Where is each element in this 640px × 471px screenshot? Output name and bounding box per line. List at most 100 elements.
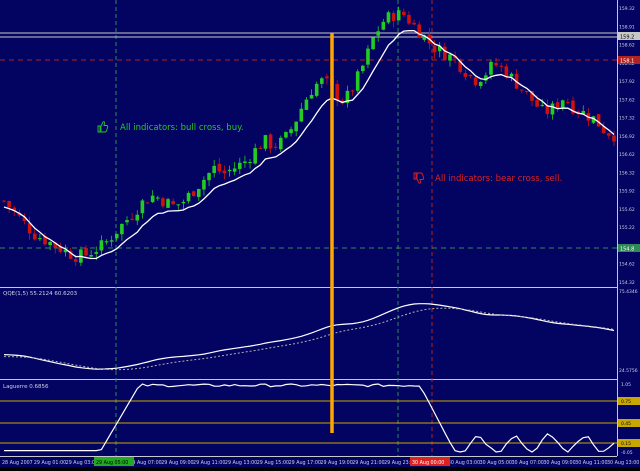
candle-body <box>135 214 140 221</box>
candle-body <box>253 148 257 164</box>
candle-body <box>371 37 375 50</box>
candle-body <box>386 12 391 23</box>
time-axis-label: 29 Aug 17:00 <box>289 460 321 466</box>
laguerre-panel-title: Laguerre 0.6856 <box>3 384 49 390</box>
qqe-axis-label: 24.5756 <box>619 368 638 374</box>
candle-body <box>612 135 616 142</box>
bull-annotation: All indicators: bull cross, buy. <box>97 121 244 133</box>
chart-canvas[interactable]: All indicators: bull cross, buy. All ind… <box>0 0 640 467</box>
price-axis-label: 156.62 <box>619 152 635 158</box>
time-axis-label: 29 Aug 19:00 <box>320 460 352 466</box>
qqe-panel-title: QQE(1,5) 55.2124 60.6203 <box>3 291 78 297</box>
price-axis-label: 158.62 <box>619 43 635 49</box>
candle-body <box>99 240 104 251</box>
bull-annotation-text: All indicators: bull cross, buy. <box>120 123 244 133</box>
candle-body <box>355 71 360 91</box>
candle-body <box>299 108 304 122</box>
laguerre-axis-label: 1.05 <box>621 382 631 388</box>
candle-body <box>217 163 222 172</box>
candle-body <box>2 200 6 202</box>
candle-body <box>509 73 514 77</box>
candle-body <box>32 233 37 240</box>
laguerre-axis-label: 0.45 <box>621 421 631 427</box>
candle-body <box>89 255 93 257</box>
candle-body <box>171 200 175 205</box>
main-panel-background <box>0 0 617 288</box>
laguerre-axis-label: 0.15 <box>621 441 631 447</box>
time-axis-label: 30 Aug 07:00 <box>511 460 543 466</box>
candle-body <box>140 200 145 214</box>
candle-body <box>38 238 42 240</box>
candle-body <box>289 129 293 134</box>
candle-body <box>361 65 365 72</box>
candle-body <box>607 133 611 136</box>
candle-body <box>273 146 278 148</box>
candle-body <box>294 121 298 132</box>
candle-body <box>232 168 237 172</box>
candle-body <box>499 65 504 67</box>
candle-body <box>191 191 196 197</box>
candle-body <box>540 104 545 106</box>
price-axis-label: 155.92 <box>619 189 635 195</box>
candle-body <box>181 201 186 204</box>
laguerre-axis-label: -0.05 <box>621 450 633 456</box>
candle-body <box>109 240 114 242</box>
price-axis-label: 157.32 <box>619 116 635 122</box>
price-axis-label: 154.32 <box>619 280 635 286</box>
time-axis-label: 30 Aug 03:00 <box>448 460 480 466</box>
candle-body <box>468 74 473 77</box>
candle-body <box>519 89 524 91</box>
candle-body <box>227 169 232 172</box>
candle-body <box>376 31 381 36</box>
time-axis-label: 30 Aug 09:00 <box>543 460 575 466</box>
candle-body <box>120 223 124 235</box>
candle-body <box>463 72 468 77</box>
candle-body <box>335 84 339 100</box>
candle-body <box>130 218 134 220</box>
candle-body <box>566 102 570 104</box>
green-level-label: 154.8 <box>620 247 634 253</box>
candle-body <box>350 90 355 92</box>
candle-body <box>202 179 206 190</box>
candle-body <box>381 21 386 30</box>
time-axis-label: 29 Aug 03:00 <box>66 460 98 466</box>
candle-body <box>73 259 78 262</box>
time-axis-label: 29 Aug 21:00 <box>352 460 384 466</box>
candle-body <box>155 197 160 199</box>
candle-body <box>243 161 247 163</box>
candle-body <box>560 100 565 108</box>
candle-body <box>125 220 129 223</box>
candle-body <box>320 78 324 84</box>
candle-body <box>555 102 560 109</box>
candle-body <box>309 94 314 99</box>
time-highlight-green-label: 29 Aug 05:00 <box>96 460 128 466</box>
candle-body <box>114 233 119 239</box>
candle-body <box>396 10 401 21</box>
candle-body <box>48 241 52 246</box>
time-axis-label: 28 Aug 2007 <box>2 460 33 466</box>
candle-body <box>263 135 268 149</box>
candle-body <box>145 202 150 204</box>
candle-body <box>237 162 242 169</box>
time-axis-label: 29 Aug 15:00 <box>257 460 289 466</box>
candle-body <box>473 77 478 86</box>
candle-body <box>150 195 155 203</box>
time-axis-label: 30 Aug 05:00 <box>480 460 512 466</box>
price-axis-label: 156.92 <box>619 134 635 140</box>
candle-body <box>417 24 422 39</box>
candle-body <box>248 162 252 164</box>
candle-body <box>196 188 201 197</box>
laguerre-axis-label: 0.75 <box>621 399 631 405</box>
candle-body <box>407 14 411 24</box>
candle-body <box>535 99 539 107</box>
price-axis-label: 157.62 <box>619 97 635 103</box>
candle-body <box>550 103 555 115</box>
qqe-axis-label: 75.4346 <box>619 289 638 295</box>
candle-body <box>268 134 273 149</box>
candle-body <box>7 200 11 208</box>
laguerre-panel-background <box>0 380 617 456</box>
candle-body <box>596 114 601 127</box>
time-axis-label: 29 Aug 13:00 <box>225 460 257 466</box>
price-axis-label: 154.62 <box>619 262 635 268</box>
candle-body <box>284 132 288 138</box>
